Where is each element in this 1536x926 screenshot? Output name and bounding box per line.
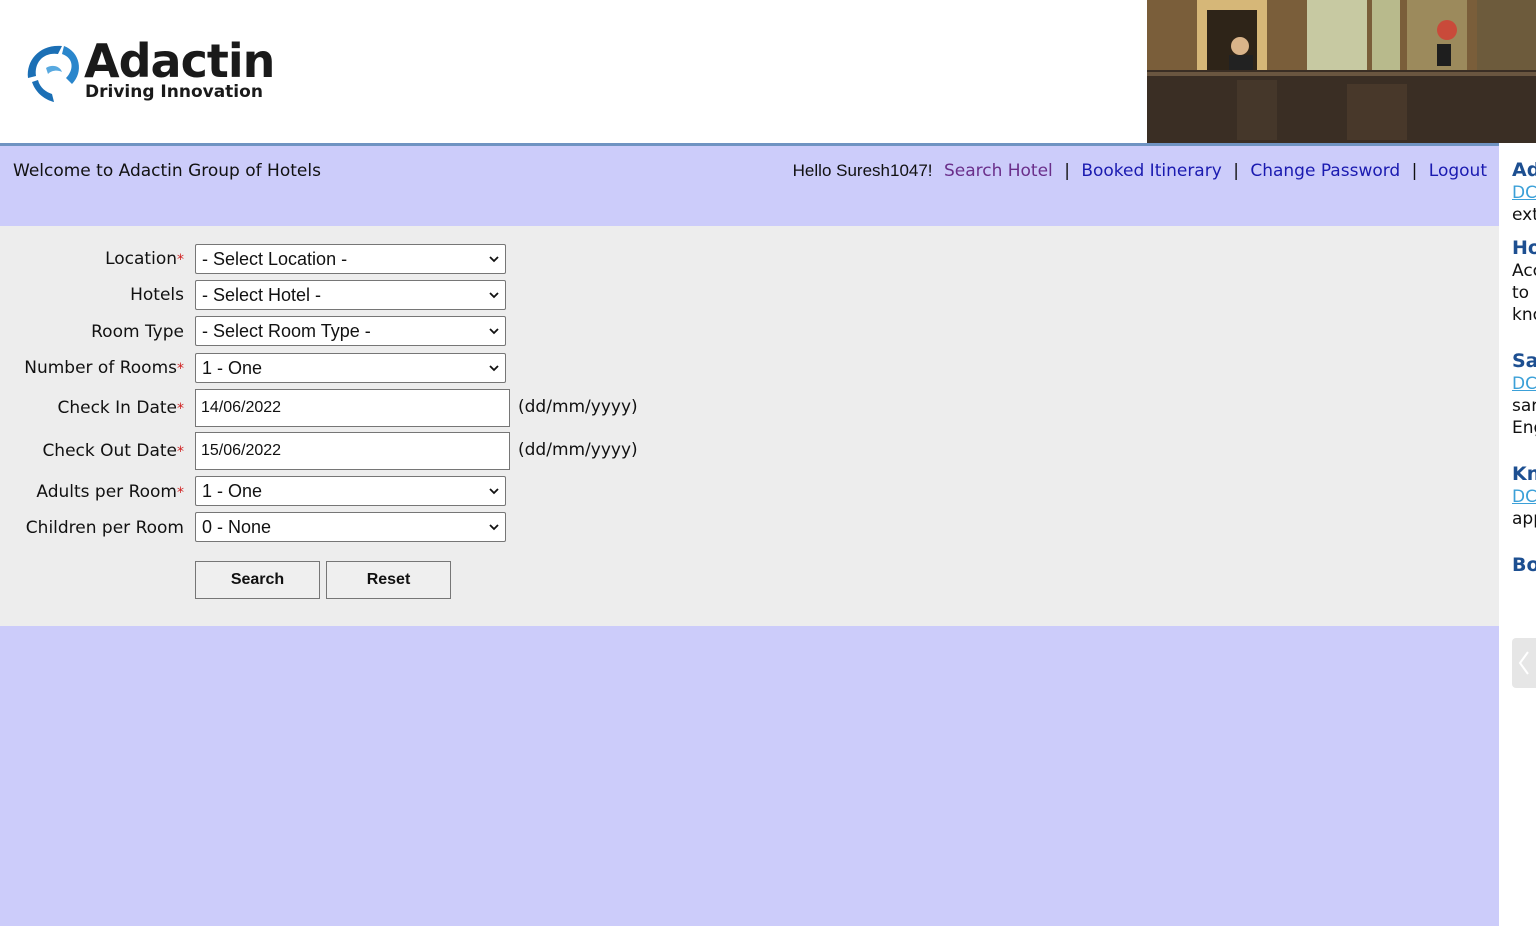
- page-background-panel: [0, 626, 1499, 926]
- sidebar-heading: Sa: [1512, 350, 1536, 372]
- chevron-down-icon: [489, 365, 499, 372]
- number-of-rooms-label: Number of Rooms*: [24, 358, 184, 378]
- check-in-date-format-hint: (dd/mm/yyyy): [518, 397, 638, 417]
- brand-name: Adactin: [84, 34, 275, 88]
- required-marker: *: [177, 401, 184, 417]
- chevron-down-icon: [489, 524, 499, 531]
- adactin-logo: Adactin Driving Innovation: [18, 36, 288, 106]
- check-in-label: Check In Date*: [57, 398, 184, 418]
- sidebar-link[interactable]: DC: [1512, 486, 1536, 508]
- number-of-rooms-select[interactable]: 1 - One: [195, 353, 506, 383]
- sidebar-text: app: [1512, 509, 1536, 529]
- nav-separator: |: [1064, 161, 1070, 181]
- chevron-down-icon: [489, 292, 499, 299]
- sidebar-link[interactable]: DC: [1512, 373, 1536, 395]
- chevron-left-icon: [1518, 651, 1529, 675]
- top-navigation: Hello Suresh1047! Search Hotel | Booked …: [793, 161, 1487, 181]
- hotel-lobby-image: [1147, 0, 1536, 143]
- sidebar-heading: Ho: [1512, 237, 1536, 259]
- sidebar-text: kno: [1512, 305, 1536, 325]
- chevron-down-icon: [489, 328, 499, 335]
- required-marker: *: [177, 444, 184, 460]
- hotels-select[interactable]: - Select Hotel -: [195, 280, 506, 310]
- booked-itinerary-link[interactable]: Booked Itinerary: [1081, 161, 1221, 181]
- required-marker: *: [177, 485, 184, 501]
- brand-tagline: Driving Innovation: [85, 82, 263, 102]
- children-per-room-select[interactable]: 0 - None: [195, 512, 506, 542]
- sidebar-text: Eng: [1512, 418, 1536, 438]
- chevron-down-icon: [489, 256, 499, 263]
- nav-separator: |: [1411, 161, 1418, 181]
- adults-label: Adults per Room*: [36, 482, 184, 502]
- right-sidebar: Ad DC ext Ho Acc to kno Sa DC sar Eng Kn…: [1499, 146, 1536, 926]
- sidebar-link[interactable]: DC: [1512, 182, 1536, 204]
- room-type-select[interactable]: - Select Room Type -: [195, 316, 506, 346]
- sidebar-text: Acc: [1512, 261, 1536, 281]
- check-out-date-format-hint: (dd/mm/yyyy): [518, 440, 638, 460]
- welcome-message: Welcome to Adactin Group of Hotels: [13, 161, 321, 181]
- sidebar-text: sar: [1512, 396, 1536, 416]
- sidebar-text: to: [1512, 283, 1530, 303]
- hotels-label: Hotels: [130, 285, 184, 305]
- check-out-label: Check Out Date*: [42, 441, 184, 461]
- sidebar-heading: Bo: [1512, 554, 1536, 576]
- adults-per-room-select[interactable]: 1 - One: [195, 476, 506, 506]
- search-hotel-link[interactable]: Search Hotel: [944, 161, 1053, 181]
- search-hotel-form: Location* - Select Location - Hotels - S…: [0, 226, 1499, 626]
- user-greeting: Hello Suresh1047!: [792, 161, 933, 180]
- sidebar-collapse-button[interactable]: [1512, 638, 1536, 688]
- room-type-label: Room Type: [91, 322, 184, 342]
- sidebar-heading: Ad: [1512, 159, 1536, 181]
- logo-swirl-icon: [27, 45, 79, 102]
- children-label: Children per Room: [25, 518, 184, 538]
- location-select[interactable]: - Select Location -: [195, 244, 506, 274]
- welcome-bar: Welcome to Adactin Group of Hotels Hello…: [0, 146, 1499, 226]
- change-password-link[interactable]: Change Password: [1250, 161, 1400, 181]
- page-header: Adactin Driving Innovation: [0, 0, 1536, 143]
- search-button[interactable]: Search: [195, 561, 320, 599]
- check-out-date-input[interactable]: 15/06/2022: [195, 432, 510, 470]
- required-marker: *: [177, 252, 184, 268]
- location-label: Location*: [105, 249, 184, 269]
- sidebar-text: ext: [1512, 205, 1536, 225]
- check-in-date-input[interactable]: 14/06/2022: [195, 389, 510, 427]
- required-marker: *: [177, 361, 184, 377]
- nav-separator: |: [1233, 161, 1239, 181]
- sidebar-heading: Kn: [1512, 463, 1536, 485]
- reset-button[interactable]: Reset: [326, 561, 451, 599]
- logout-link[interactable]: Logout: [1429, 161, 1487, 181]
- chevron-down-icon: [489, 488, 499, 495]
